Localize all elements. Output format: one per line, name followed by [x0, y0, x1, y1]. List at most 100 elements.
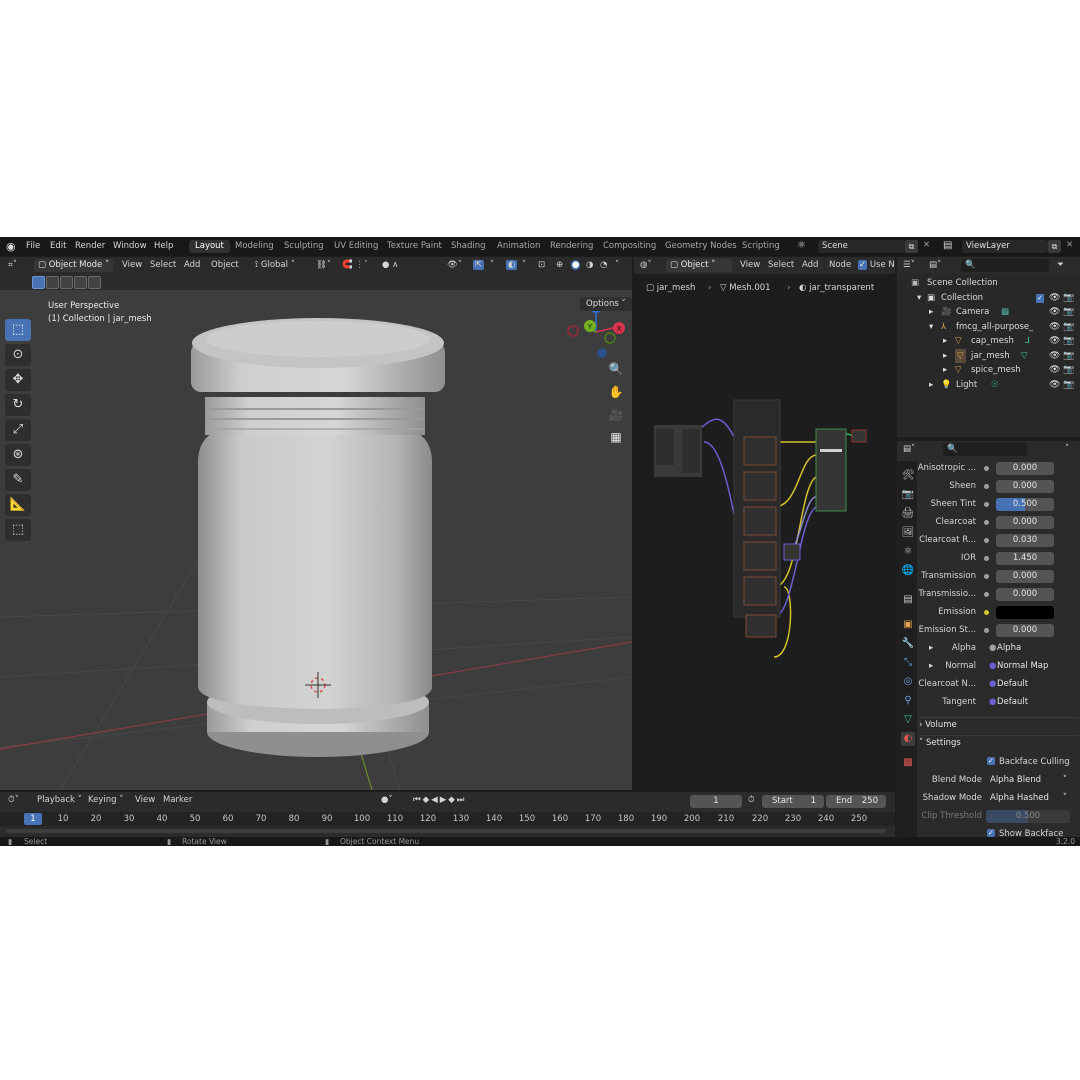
- material-output-node[interactable]: [851, 429, 867, 443]
- chevron-right-icon[interactable]: ▸: [943, 334, 947, 348]
- outliner[interactable]: ☰˅ ▤˅ 🔍 ⏷ ▣ Scene Collection ▾ ▣ Collect…: [897, 257, 1080, 437]
- tab-scripting[interactable]: Scripting: [736, 240, 786, 253]
- texture-tab-icon[interactable]: ▩: [901, 756, 915, 770]
- outliner-row-jar-mesh[interactable]: ▸ ▽ jar_mesh ▽ 👁 📷: [897, 349, 1080, 363]
- select-extend-icon[interactable]: [46, 276, 59, 289]
- outliner-row-cap-mesh[interactable]: ▸ ▽ cap_mesh ⅃ 👁 📷: [897, 334, 1080, 348]
- menu-edit[interactable]: Edit: [50, 241, 66, 251]
- outliner-row-light[interactable]: ▸ 💡 Light ☉ 👁 📷: [897, 378, 1080, 392]
- blend-mode-dropdown[interactable]: Alpha Blend ˅: [986, 774, 1070, 787]
- rotate-icon[interactable]: ↻: [5, 394, 31, 416]
- frame-ruler[interactable]: 1 10 20 30 40 50 60 70 80 90 100 110 120…: [0, 812, 895, 826]
- socket-dot-icon[interactable]: [984, 574, 989, 579]
- menu-view[interactable]: View: [122, 260, 142, 270]
- tab-texture-paint[interactable]: Texture Paint: [381, 240, 448, 253]
- tab-rendering[interactable]: Rendering: [544, 240, 599, 253]
- gizmo-toggle-icon[interactable]: ⇱: [473, 260, 485, 270]
- mode-dropdown[interactable]: ▢ Object Mode ˅: [34, 259, 114, 272]
- copy-scene-icon[interactable]: ⧉: [905, 240, 918, 253]
- menu-marker[interactable]: Marker: [163, 795, 192, 805]
- tab-uv-editing[interactable]: UV Editing: [328, 240, 384, 253]
- tab-modeling[interactable]: Modeling: [229, 240, 280, 253]
- outliner-row-spice-mesh[interactable]: ▸ ▽ spice_mesh 👁 📷: [897, 363, 1080, 377]
- tab-shading[interactable]: Shading: [445, 240, 492, 253]
- options-button[interactable]: Options ˅: [580, 297, 632, 311]
- view-layer-field[interactable]: ViewLayer: [962, 240, 1048, 253]
- emission-color-swatch[interactable]: [996, 606, 1054, 619]
- current-frame-field[interactable]: 1: [690, 795, 742, 808]
- chevron-right-icon[interactable]: ▸: [943, 363, 947, 377]
- socket-dot-icon[interactable]: [984, 610, 989, 615]
- physics-tab-icon[interactable]: ◎: [901, 675, 915, 689]
- zoom-icon[interactable]: 🔍: [606, 360, 626, 378]
- checkbox-icon[interactable]: ✓: [1036, 294, 1044, 303]
- chevron-right-icon[interactable]: ▸: [929, 661, 933, 671]
- rendered-shading-icon[interactable]: ◔: [600, 260, 607, 270]
- shading-menu-icon[interactable]: ˅: [615, 260, 619, 270]
- outliner-row-fmcg[interactable]: ▾ ⅄ fmcg_all-purpose_se 👁 📷: [897, 320, 1080, 334]
- overlays-icon[interactable]: ◐: [506, 260, 518, 270]
- output-tab-icon[interactable]: 🖨: [901, 507, 915, 521]
- prop-value[interactable]: 0.500: [996, 498, 1054, 511]
- camera-render-icon[interactable]: 📷: [1063, 363, 1074, 377]
- timeline-scrollbar[interactable]: [6, 829, 886, 833]
- menu-keying[interactable]: Keying ˅: [88, 795, 124, 805]
- chevron-down-icon[interactable]: ˅: [1065, 444, 1069, 454]
- chevron-right-icon[interactable]: ▸: [943, 349, 947, 363]
- object-tab-icon[interactable]: ▣: [901, 618, 915, 632]
- menu-window[interactable]: Window: [113, 241, 147, 251]
- prop-value[interactable]: 0.030: [996, 534, 1054, 547]
- prop-value[interactable]: 0.000: [996, 516, 1054, 529]
- camera-render-icon[interactable]: 📷: [1063, 291, 1074, 305]
- chevron-right-icon[interactable]: ▸: [929, 643, 933, 653]
- 3d-viewport[interactable]: Z X Y ⌗˅ ▢ Object Mode ˅ View Select Add…: [0, 257, 632, 790]
- tab-animation[interactable]: Animation: [491, 240, 546, 253]
- display-mode-icon[interactable]: ▤˅: [929, 260, 941, 270]
- prop-value[interactable]: 0.000: [996, 624, 1054, 637]
- menu-add[interactable]: Add: [184, 260, 200, 270]
- filter-icon[interactable]: ⏷: [1057, 260, 1064, 270]
- tab-layout[interactable]: Layout: [189, 240, 230, 253]
- eye-icon[interactable]: 👁: [1049, 305, 1060, 319]
- world-tab-icon[interactable]: 🌐: [901, 564, 915, 578]
- menu-select[interactable]: Select: [150, 260, 176, 270]
- material-shading-icon[interactable]: ◑: [586, 260, 593, 270]
- transform-orientation[interactable]: ⟟ Global ˅: [255, 260, 295, 270]
- snap-icon[interactable]: 🧲 ⋮˅: [342, 260, 368, 270]
- editor-type-icon[interactable]: ☰˅: [903, 260, 915, 270]
- playhead[interactable]: 1: [24, 813, 42, 825]
- menu-object[interactable]: Object: [211, 260, 239, 270]
- editor-type-icon[interactable]: ⏱˅: [8, 795, 19, 805]
- visibility-icon[interactable]: 👁˅: [447, 260, 462, 270]
- settings-panel-header[interactable]: ˅ Settings: [919, 735, 1079, 752]
- camera-render-icon[interactable]: 📷: [1063, 334, 1074, 348]
- view-layer-tab-icon[interactable]: 🖼: [901, 526, 915, 540]
- select-box-icon[interactable]: ⬚: [5, 319, 31, 341]
- chevron-right-icon[interactable]: ▸: [929, 378, 933, 392]
- collection-tab-icon[interactable]: ▤: [901, 593, 915, 607]
- tool-tab-icon[interactable]: 🛠: [901, 469, 915, 483]
- add-cube-icon[interactable]: ⬚: [5, 519, 31, 541]
- prop-value[interactable]: 0.000: [996, 480, 1054, 493]
- editor-type-icon[interactable]: ⌗˅: [8, 260, 17, 270]
- xray-icon[interactable]: ⊡: [538, 260, 545, 270]
- eye-icon[interactable]: 👁: [1049, 378, 1060, 392]
- eye-icon[interactable]: 👁: [1049, 334, 1060, 348]
- jar-body[interactable]: [198, 427, 432, 709]
- prop-value[interactable]: 0.000: [996, 570, 1054, 583]
- socket-dot-icon[interactable]: [984, 466, 989, 471]
- select-intersect-icon[interactable]: [88, 276, 101, 289]
- start-frame-field[interactable]: Start 1: [762, 795, 824, 808]
- measure-icon[interactable]: 📐: [5, 494, 31, 516]
- camera-render-icon[interactable]: 📷: [1063, 305, 1074, 319]
- node-editor[interactable]: ◍˅ ▢ Object ˅ View Select Add Node ✓ Use…: [634, 257, 895, 790]
- menu-help[interactable]: Help: [154, 241, 173, 251]
- copy-view-layer-icon[interactable]: ⧉: [1048, 240, 1061, 253]
- checkbox-icon[interactable]: ✓: [987, 757, 995, 765]
- end-frame-field[interactable]: End 250: [826, 795, 886, 808]
- outliner-row-scene-collection[interactable]: ▣ Scene Collection: [897, 276, 1080, 290]
- prop-value[interactable]: 0.000: [996, 588, 1054, 601]
- proportional-edit-icon[interactable]: ● ∧: [382, 260, 398, 270]
- tab-compositing[interactable]: Compositing: [597, 240, 662, 253]
- checkbox-icon[interactable]: ✓: [987, 829, 995, 837]
